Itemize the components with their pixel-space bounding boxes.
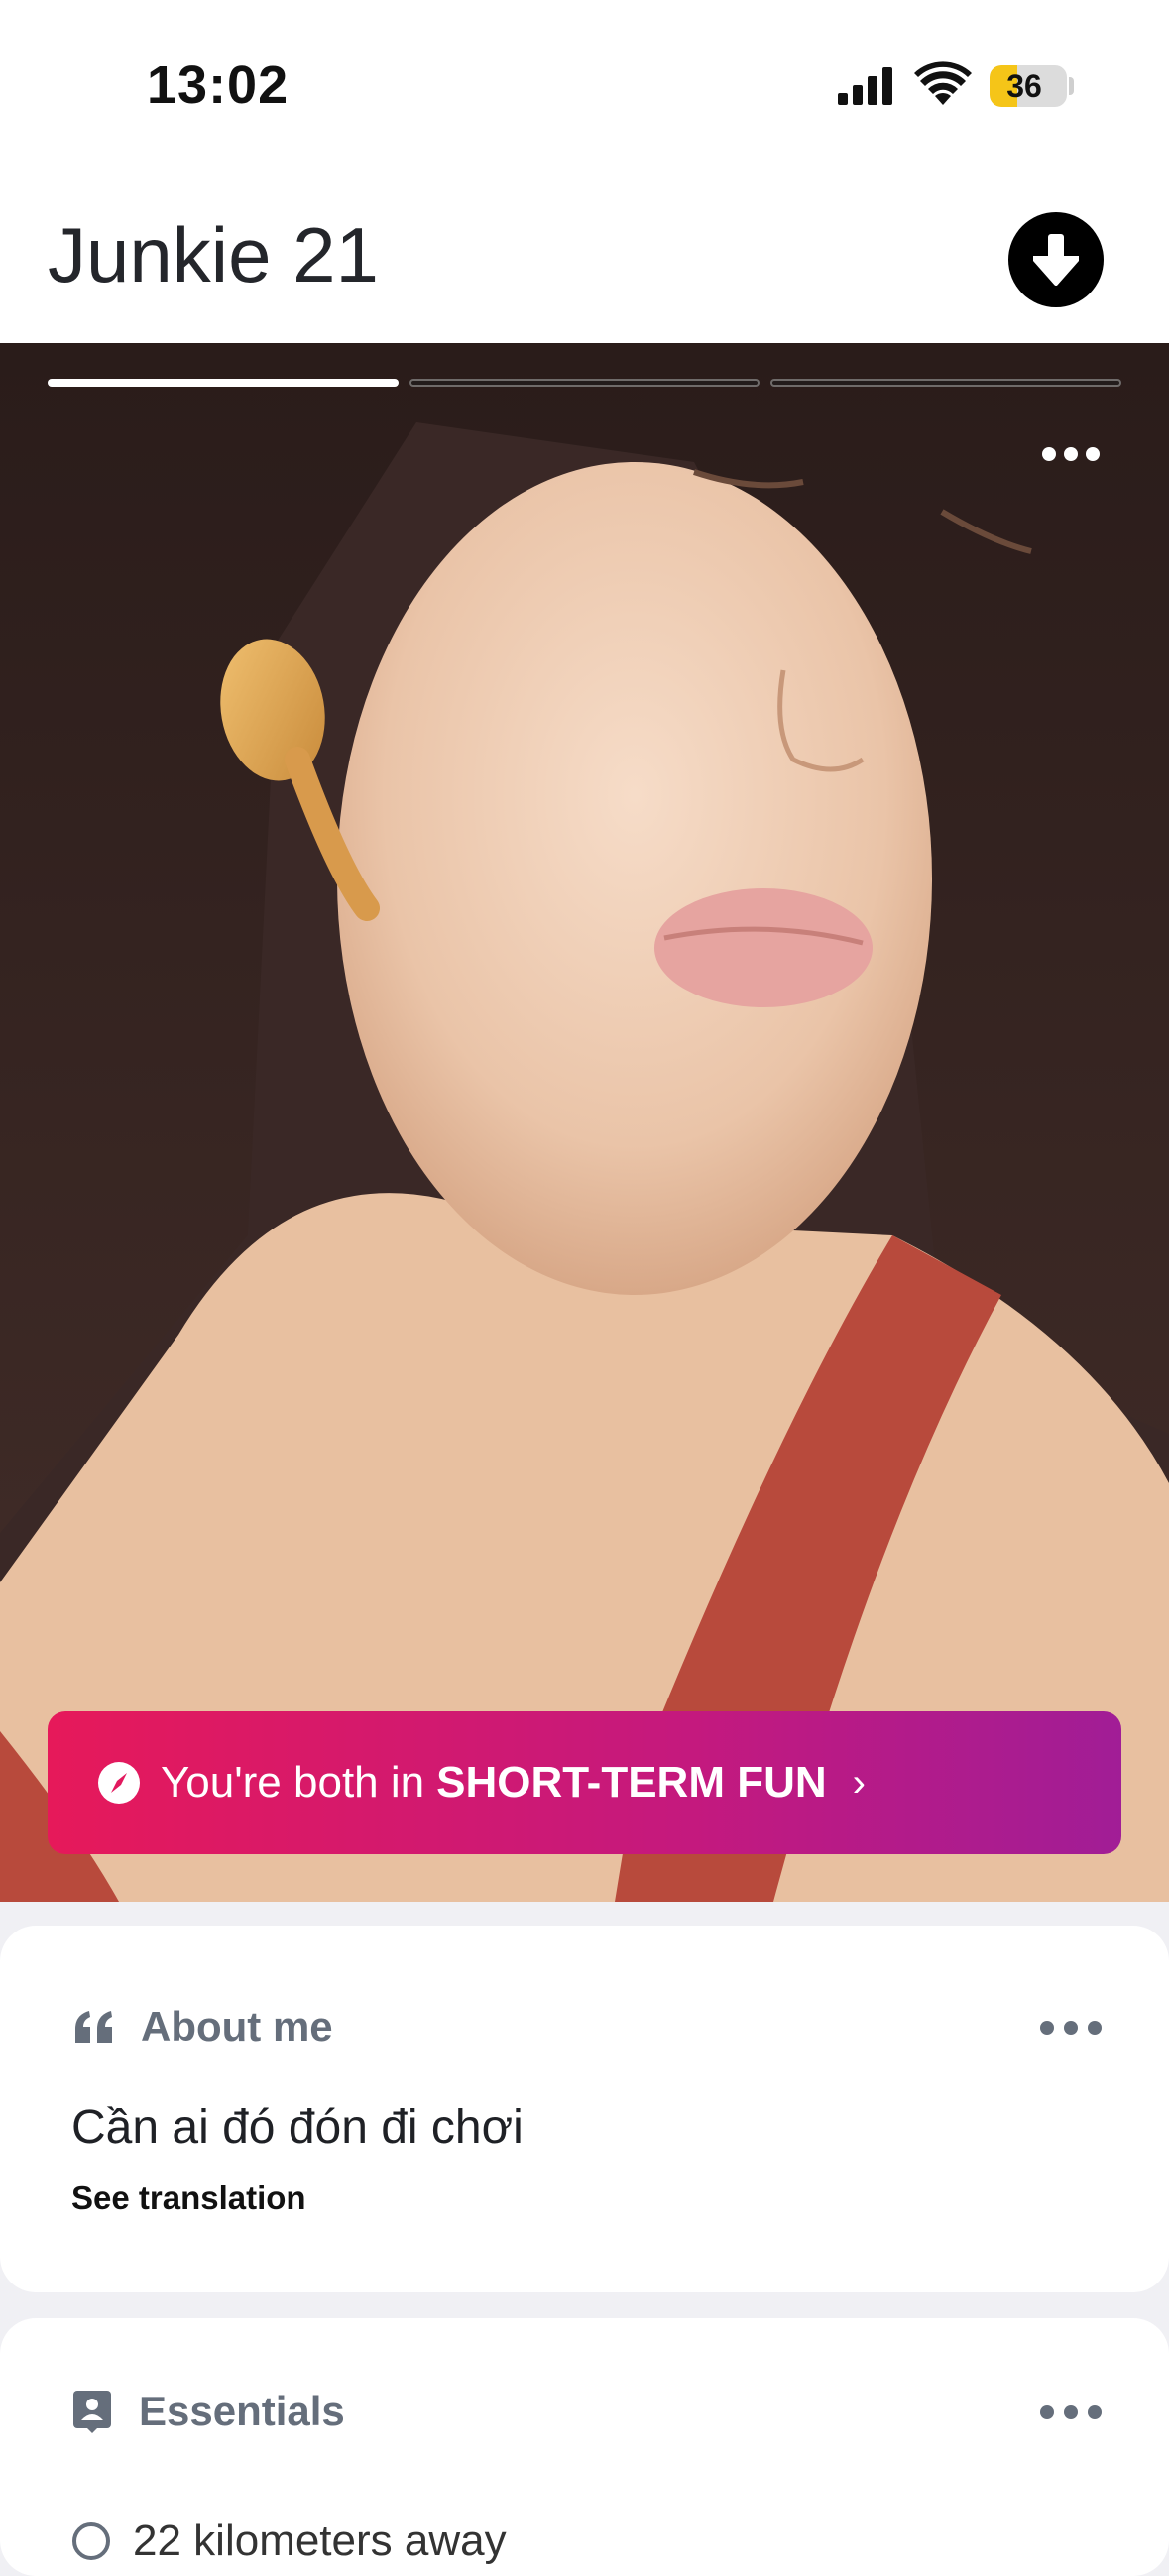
essential-distance-item: 22 kilometers away: [71, 2517, 507, 2566]
about-me-text: Cần ai đó đón đi chơi: [71, 2101, 524, 2154]
arrow-down-icon: [1033, 234, 1079, 286]
more-dots-icon: [1064, 2021, 1078, 2035]
id-card-icon: [73, 2391, 111, 2433]
wifi-icon: [914, 61, 972, 105]
essentials-options-button[interactable]: [1040, 2405, 1102, 2419]
relationship-intent-banner[interactable]: You're both in SHORT-TERM FUN ›: [48, 1711, 1121, 1854]
location-icon: [72, 2522, 110, 2560]
status-bar: 13:02 36: [0, 0, 1169, 159]
status-time: 13:02: [147, 56, 290, 115]
intent-value: SHORT-TERM FUN: [436, 1758, 827, 1807]
photo-progress-segment-2: [409, 379, 760, 387]
essential-distance-text: 22 kilometers away: [133, 2517, 507, 2565]
see-translation-link[interactable]: See translation: [71, 2179, 306, 2217]
more-dots-icon: [1086, 447, 1100, 461]
essentials-title: Essentials: [139, 2388, 345, 2434]
photo-progress-segment-3: [770, 379, 1121, 387]
profile-header: Junkie 21: [0, 159, 1169, 343]
about-me-header: About me: [71, 2003, 333, 2050]
essentials-section: Essentials 22 kilometers away: [0, 2318, 1169, 2576]
more-dots-icon: [1064, 2405, 1078, 2419]
more-dots-icon: [1088, 2021, 1102, 2035]
essentials-header: Essentials: [71, 2388, 345, 2435]
photo-options-button[interactable]: [1031, 434, 1111, 474]
profile-photo[interactable]: You're both in SHORT-TERM FUN ›: [0, 343, 1169, 1902]
collapse-profile-button[interactable]: [1008, 212, 1104, 307]
cellular-signal-icon: [838, 67, 892, 105]
about-me-options-button[interactable]: [1040, 2021, 1102, 2035]
battery-level: 36: [1006, 68, 1042, 104]
photo-progress-segment-1: [48, 379, 399, 387]
battery-indicator: 36: [990, 65, 1067, 107]
photo-image: [0, 343, 1169, 1902]
more-dots-icon: [1042, 447, 1056, 461]
more-dots-icon: [1064, 447, 1078, 461]
about-me-section: About me Cần ai đó đón đi chơi See trans…: [0, 1926, 1169, 2292]
battery-nub: [1069, 77, 1074, 95]
more-dots-icon: [1088, 2405, 1102, 2419]
profile-name-age: Junkie 21: [48, 211, 379, 298]
chevron-right-icon: ›: [852, 1760, 866, 1805]
more-dots-icon: [1040, 2405, 1054, 2419]
compass-icon: [97, 1761, 141, 1805]
intent-prefix: You're both in: [161, 1758, 425, 1807]
more-dots-icon: [1040, 2021, 1054, 2035]
about-me-title: About me: [141, 2003, 333, 2049]
quote-icon: [75, 2011, 112, 2043]
